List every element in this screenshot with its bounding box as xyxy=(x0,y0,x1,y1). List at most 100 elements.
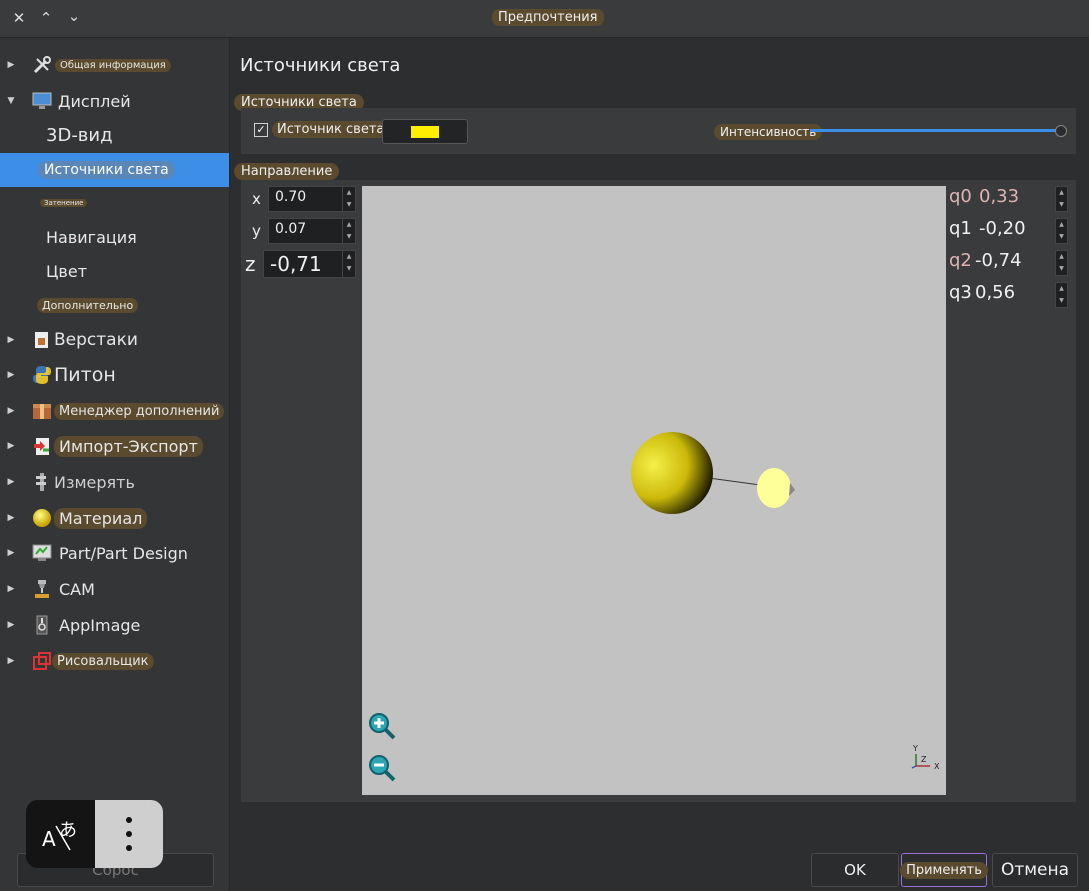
spin-arrows-icon[interactable]: ▲ ▼ xyxy=(342,251,355,277)
z-value: -0,71 xyxy=(270,252,322,276)
chevron-right-icon[interactable]: ▶ xyxy=(6,513,16,523)
sidebar-item-material[interactable]: ▶ Материал xyxy=(0,501,229,535)
q0-label: q0 xyxy=(949,186,972,207)
sidebar-item-label: Верстаки xyxy=(54,330,138,350)
material-sphere-icon xyxy=(31,507,53,529)
chevron-right-icon[interactable]: ▶ xyxy=(6,477,16,487)
spin-arrows-icon[interactable]: ▲ ▼ xyxy=(342,187,355,211)
sidebar-item-measure[interactable]: ▶ Измерять xyxy=(0,465,229,499)
chevron-right-icon[interactable]: ▶ xyxy=(6,620,16,630)
q2-value: -0,74 xyxy=(975,250,1022,271)
sidebar-item-label: Затенение xyxy=(40,199,88,207)
more-vert-icon[interactable] xyxy=(95,800,163,868)
sidebar-item-workbenches[interactable]: ▶ Верстаки xyxy=(0,323,229,357)
direction-group-label: Направление xyxy=(234,163,340,180)
spin-arrows-icon[interactable]: ▲ ▼ xyxy=(1055,186,1068,212)
monitor-icon xyxy=(31,90,53,112)
sidebar-item-addon-manager[interactable]: ▶ Менеджер дополнений xyxy=(0,394,229,428)
window-title: Предпочтения xyxy=(492,9,604,26)
cam-icon xyxy=(31,578,53,600)
y-spinbox[interactable]: 0.07 ▲ ▼ xyxy=(268,218,356,244)
sidebar-item-python[interactable]: ▶ Питон xyxy=(0,358,229,392)
svg-text:あ: あ xyxy=(59,820,77,841)
sidebar-item-shading[interactable]: Затенение xyxy=(0,186,229,220)
intensity-slider-handle[interactable] xyxy=(1055,125,1067,137)
sidebar-item-label: Part/Part Design xyxy=(59,543,188,563)
draft-icon xyxy=(31,650,53,672)
light-direction-handle xyxy=(757,468,791,508)
y-value: 0.07 xyxy=(275,221,307,237)
sidebar-item-display[interactable]: ▼ Дисплей xyxy=(0,84,229,118)
chevron-down-icon[interactable]: ⌄ xyxy=(64,6,84,26)
light-color-swatch xyxy=(410,125,440,139)
light-source-checkbox[interactable]: ✓ xyxy=(254,122,268,137)
sidebar-item-label: CAM xyxy=(59,579,95,599)
sidebar-item-label: AppImage xyxy=(59,615,141,635)
sidebar-item-label: 3D-вид xyxy=(46,124,113,146)
light-direction-3d-viewport[interactable]: Y Z X xyxy=(362,186,946,795)
sidebar-item-label: Менеджер дополнений xyxy=(54,402,225,420)
chevron-down-icon[interactable]: ▼ xyxy=(6,96,16,106)
python-icon xyxy=(31,364,53,386)
q2-label: q2 xyxy=(949,250,972,271)
axis-y-label: Y xyxy=(912,744,918,753)
translate-icon[interactable]: A あ xyxy=(26,800,95,868)
sidebar-item-label: Рисовальщик xyxy=(52,652,154,670)
q3-value: 0,56 xyxy=(975,282,1016,303)
workbench-icon xyxy=(31,329,53,351)
x-spinbox[interactable]: 0.70 ▲ ▼ xyxy=(268,186,356,212)
sidebar-item-color[interactable]: Цвет xyxy=(0,254,229,288)
sidebar-item-label: Дисплей xyxy=(58,91,131,111)
chevron-up-icon[interactable]: ⌃ xyxy=(36,8,56,28)
chevron-right-icon[interactable]: ▶ xyxy=(6,656,16,666)
apply-button[interactable]: Применять xyxy=(900,853,988,887)
chevron-right-icon[interactable]: ▶ xyxy=(6,441,16,451)
zoom-in-icon[interactable] xyxy=(367,711,397,741)
chevron-right-icon[interactable]: ▶ xyxy=(6,370,16,380)
spin-arrows-icon[interactable]: ▲ ▼ xyxy=(1055,218,1068,244)
svg-text:A: A xyxy=(42,827,56,851)
floating-toolbar: A あ xyxy=(26,800,163,868)
sidebar-item-light-sources[interactable]: Источники света xyxy=(0,153,229,187)
x-value: 0.70 xyxy=(275,189,307,205)
chevron-right-icon[interactable]: ▶ xyxy=(6,584,16,594)
close-icon[interactable]: ✕ xyxy=(9,8,29,28)
spin-arrows-icon[interactable]: ▲ ▼ xyxy=(342,219,355,243)
axis-x-label: X xyxy=(934,762,940,771)
cancel-button[interactable]: Отмена xyxy=(992,853,1078,887)
sidebar: ▶ Общая информация ▼ Дисплей 3D-вид Исто… xyxy=(0,38,230,891)
chevron-right-icon[interactable]: ▶ xyxy=(6,406,16,416)
spin-arrows-icon[interactable]: ▲ ▼ xyxy=(1055,282,1068,308)
q1-value: -0,20 xyxy=(979,218,1026,239)
light-source-checkbox-row[interactable]: ✓ Источник света xyxy=(254,121,390,138)
sidebar-item-3d-view[interactable]: 3D-вид xyxy=(0,118,229,152)
chevron-right-icon[interactable]: ▶ xyxy=(6,548,16,558)
sidebar-item-appimage[interactable]: ▶ AppImage xyxy=(0,608,229,642)
light-color-button[interactable] xyxy=(382,119,468,144)
apply-button-label: Применять xyxy=(900,861,988,879)
sidebar-item-label: Импорт-Экспорт xyxy=(54,435,203,457)
sidebar-item-import-export[interactable]: ▶ Импорт-Экспорт xyxy=(0,429,229,463)
zoom-out-icon[interactable] xyxy=(367,753,397,783)
chevron-right-icon[interactable]: ▶ xyxy=(6,335,16,345)
z-spinbox[interactable]: -0,71 ▲ ▼ xyxy=(263,250,356,278)
sidebar-item-navigation[interactable]: Навигация xyxy=(0,220,229,254)
spin-arrows-icon[interactable]: ▲ ▼ xyxy=(1055,250,1068,276)
sidebar-item-cam[interactable]: ▶ CAM xyxy=(0,572,229,606)
sidebar-item-part-design[interactable]: ▶ Part/Part Design xyxy=(0,536,229,570)
axis-indicator: Y Z X xyxy=(911,744,940,771)
appimage-icon xyxy=(31,614,53,636)
z-label: z xyxy=(245,252,256,276)
sidebar-item-label: Общая информация xyxy=(55,58,171,72)
title-bar: ✕ ⌃ ⌄ Предпочтения xyxy=(0,0,1089,38)
sidebar-item-draft[interactable]: ▶ Рисовальщик xyxy=(0,644,229,678)
chevron-right-icon[interactable]: ▶ xyxy=(6,60,16,70)
sidebar-item-advanced[interactable]: Дополнительно xyxy=(0,288,229,322)
sidebar-item-general[interactable]: ▶ Общая информация xyxy=(0,48,229,82)
intensity-slider[interactable] xyxy=(810,129,1060,132)
page-title: Источники света xyxy=(240,55,401,76)
sidebar-item-label: Источники света xyxy=(38,161,175,179)
ok-button[interactable]: OK xyxy=(811,853,899,887)
sidebar-item-label: Дополнительно xyxy=(37,297,139,313)
sidebar-item-label: Материал xyxy=(54,507,148,529)
